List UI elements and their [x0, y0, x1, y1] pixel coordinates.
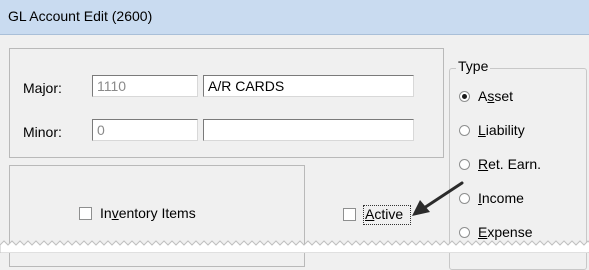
window-title: GL Account Edit (2600) [8, 8, 153, 24]
minor-number-field[interactable]: 0 [92, 119, 198, 141]
title-bar[interactable]: GL Account Edit (2600) [0, 0, 589, 35]
liability-radio[interactable] [459, 125, 470, 136]
gl-account-edit-window: GL Account Edit (2600) Major: 1110 A/R C… [0, 0, 589, 270]
expense-radio-label[interactable]: Expense [478, 224, 533, 240]
inventory-items-label[interactable]: Inventory Items [100, 205, 196, 221]
account-panel [9, 48, 444, 158]
annotation-arrow-icon [412, 181, 464, 216]
income-radio-label[interactable]: Income [478, 190, 524, 206]
active-checkbox[interactable] [343, 208, 356, 221]
type-group-legend: Type [456, 58, 491, 74]
major-number-field[interactable]: 1110 [92, 75, 198, 97]
major-name-field[interactable]: A/R CARDS [203, 75, 414, 97]
asset-radio-label[interactable]: Asset [478, 88, 513, 104]
minor-name-field[interactable] [203, 119, 414, 141]
active-label[interactable]: Active [365, 206, 403, 222]
inventory-items-checkbox[interactable] [79, 207, 92, 220]
ret-earn-radio[interactable] [459, 159, 470, 170]
expense-radio[interactable] [459, 227, 470, 238]
torn-edge [0, 240, 589, 253]
ret-earn-radio-label[interactable]: Ret. Earn. [478, 156, 541, 172]
radio-selected-dot [462, 94, 467, 99]
major-label: Major: [23, 80, 62, 96]
asset-radio[interactable] [459, 91, 470, 102]
minor-label: Minor: [23, 124, 62, 140]
liability-radio-label[interactable]: Liability [478, 122, 525, 138]
